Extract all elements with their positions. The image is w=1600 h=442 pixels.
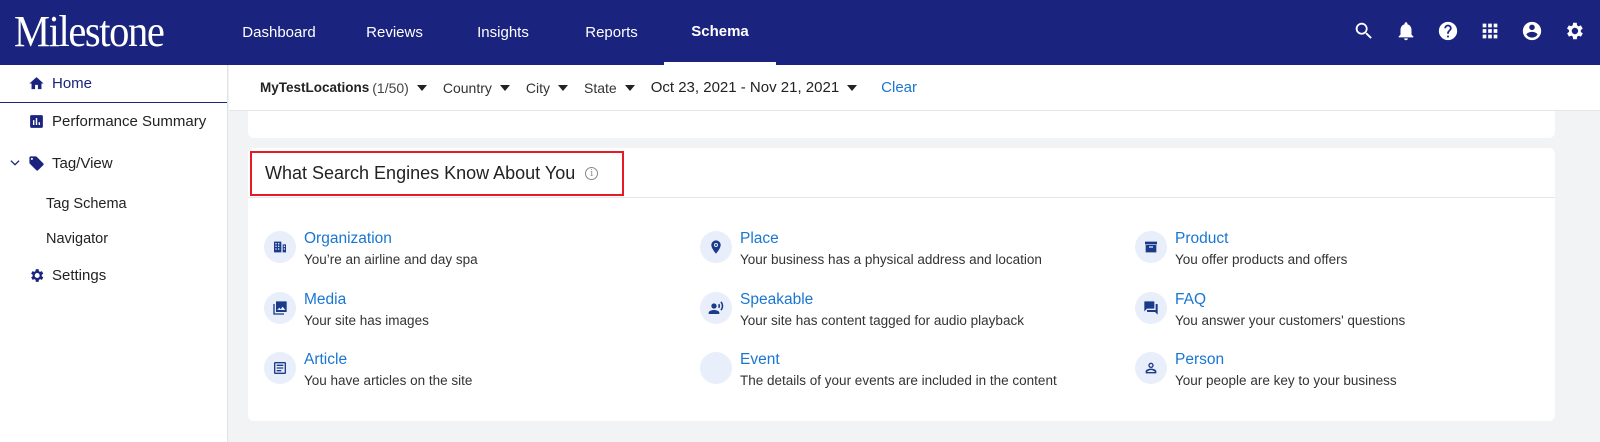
schema-item-description: You answer your customers' questions xyxy=(1175,313,1406,328)
schema-item-description: Your site has images xyxy=(304,313,429,328)
apps-grid-icon[interactable] xyxy=(1478,19,1502,43)
event-icon-placeholder xyxy=(700,352,732,384)
location-pin-icon xyxy=(700,231,732,263)
tag-icon xyxy=(29,155,44,171)
schema-item-organization[interactable]: Organization You’re an airline and day s… xyxy=(264,229,478,269)
gear-icon xyxy=(31,268,44,282)
highlighted-title-box: What Search Engines Know About You i xyxy=(250,151,624,196)
tab-schema[interactable]: Schema xyxy=(664,0,776,65)
schema-item-title[interactable]: Article xyxy=(304,350,472,370)
speaker-voice-icon xyxy=(700,292,732,324)
search-engines-card: What Search Engines Know About You i Org… xyxy=(248,148,1555,421)
chat-bubbles-icon xyxy=(1135,292,1167,324)
date-range-label: Oct 23, 2021 - Nov 21, 2021 xyxy=(650,79,840,96)
schema-item-speakable[interactable]: Speakable Your site has content tagged f… xyxy=(700,290,1024,330)
schema-item-title[interactable]: Person xyxy=(1175,350,1397,370)
sidebar: Home Performance Summary Tag/View Tag Sc… xyxy=(0,65,228,442)
schema-item-title[interactable]: FAQ xyxy=(1175,290,1405,310)
schema-item-title[interactable]: Place xyxy=(740,229,1042,249)
bell-icon[interactable] xyxy=(1394,19,1418,43)
locations-filter-label: MyTestLocations xyxy=(260,80,370,95)
account-icon[interactable] xyxy=(1520,19,1544,43)
country-filter-dropdown[interactable]: Country xyxy=(443,80,510,96)
caret-down-icon xyxy=(558,84,568,91)
tab-insights[interactable]: Insights xyxy=(447,0,559,65)
help-icon[interactable] xyxy=(1436,19,1460,43)
home-icon xyxy=(29,77,44,90)
schema-item-description: You’re an airline and day spa xyxy=(304,252,478,267)
main-nav-tabs: Dashboard Reviews Insights Reports Schem… xyxy=(216,0,776,65)
locations-filter-dropdown[interactable]: MyTestLocations (1/50) xyxy=(260,80,427,96)
schema-item-title[interactable]: Product xyxy=(1175,229,1347,249)
bar-chart-icon xyxy=(30,114,43,128)
schema-item-product[interactable]: Product You offer products and offers xyxy=(1135,229,1347,269)
schema-item-title[interactable]: Speakable xyxy=(740,290,1024,310)
caret-down-icon xyxy=(416,84,427,91)
date-range-dropdown[interactable]: Oct 23, 2021 - Nov 21, 2021 xyxy=(650,79,858,96)
sidebar-item-label: Performance Summary xyxy=(52,112,207,130)
article-icon xyxy=(264,352,296,384)
clear-filters-link[interactable]: Clear xyxy=(881,79,917,96)
chevron-down-icon[interactable] xyxy=(8,156,22,170)
tab-reports[interactable]: Reports xyxy=(559,0,664,65)
caret-down-icon xyxy=(847,84,858,91)
state-filter-label: State xyxy=(584,79,617,96)
person-icon xyxy=(1135,352,1167,384)
locations-count: (1/50) xyxy=(372,79,409,96)
sidebar-item-tag-schema[interactable]: Tag Schema xyxy=(0,193,127,215)
schema-item-title[interactable]: Media xyxy=(304,290,429,310)
sidebar-item-performance-summary[interactable]: Performance Summary xyxy=(0,110,206,132)
filter-bar: MyTestLocations (1/50) Country City Stat… xyxy=(229,65,1600,111)
schema-item-article[interactable]: Article You have articles on the site xyxy=(264,350,472,390)
sidebar-item-home[interactable]: Home xyxy=(0,65,227,103)
schema-item-place[interactable]: Place Your business has a physical addre… xyxy=(700,229,1042,269)
schema-item-media[interactable]: Media Your site has images xyxy=(264,290,429,330)
card-title: What Search Engines Know About You xyxy=(265,163,576,183)
schema-item-description: You offer products and offers xyxy=(1175,252,1348,267)
top-icon-group xyxy=(1352,19,1586,43)
milestone-logo[interactable]: Milestone xyxy=(14,8,165,56)
schema-item-description: Your people are key to your business xyxy=(1175,373,1397,388)
images-icon xyxy=(264,292,296,324)
building-icon xyxy=(264,231,296,263)
sidebar-item-navigator[interactable]: Navigator xyxy=(0,228,108,250)
schema-item-description: Your site has content tagged for audio p… xyxy=(740,313,1024,328)
schema-item-description: The details of your events are included … xyxy=(740,373,1057,388)
caret-down-icon xyxy=(624,84,635,91)
tab-reviews[interactable]: Reviews xyxy=(342,0,447,65)
schema-item-person[interactable]: Person Your people are key to your busin… xyxy=(1135,350,1397,390)
schema-item-title[interactable]: Event xyxy=(740,350,1057,370)
info-icon[interactable]: i xyxy=(585,167,599,180)
city-filter-dropdown[interactable]: City xyxy=(526,80,568,96)
country-filter-label: Country xyxy=(442,79,492,96)
sidebar-item-settings[interactable]: Settings xyxy=(0,264,106,286)
settings-icon[interactable] xyxy=(1562,19,1586,43)
caret-down-icon xyxy=(499,84,510,91)
schema-item-event[interactable]: Event The details of your events are inc… xyxy=(700,350,1057,390)
previous-card-bottom xyxy=(248,111,1555,138)
sidebar-item-label: Tag/View xyxy=(52,154,113,172)
schema-item-description: Your business has a physical address and… xyxy=(740,252,1042,267)
archive-box-icon xyxy=(1135,231,1167,263)
search-icon[interactable] xyxy=(1352,19,1376,43)
tab-dashboard[interactable]: Dashboard xyxy=(216,0,342,65)
schema-item-faq[interactable]: FAQ You answer your customers' questions xyxy=(1135,290,1405,330)
sidebar-item-tag-view[interactable]: Tag/View xyxy=(0,152,113,174)
card-header: What Search Engines Know About You i xyxy=(248,148,1555,198)
sidebar-item-label: Settings xyxy=(52,266,107,284)
state-filter-dropdown[interactable]: State xyxy=(584,80,635,96)
top-navigation-bar: Milestone Dashboard Reviews Insights Rep… xyxy=(0,0,1600,65)
sidebar-item-label: Home xyxy=(52,75,93,92)
schema-item-title[interactable]: Organization xyxy=(304,229,478,249)
city-filter-label: City xyxy=(525,79,550,96)
schema-item-description: You have articles on the site xyxy=(304,373,473,388)
